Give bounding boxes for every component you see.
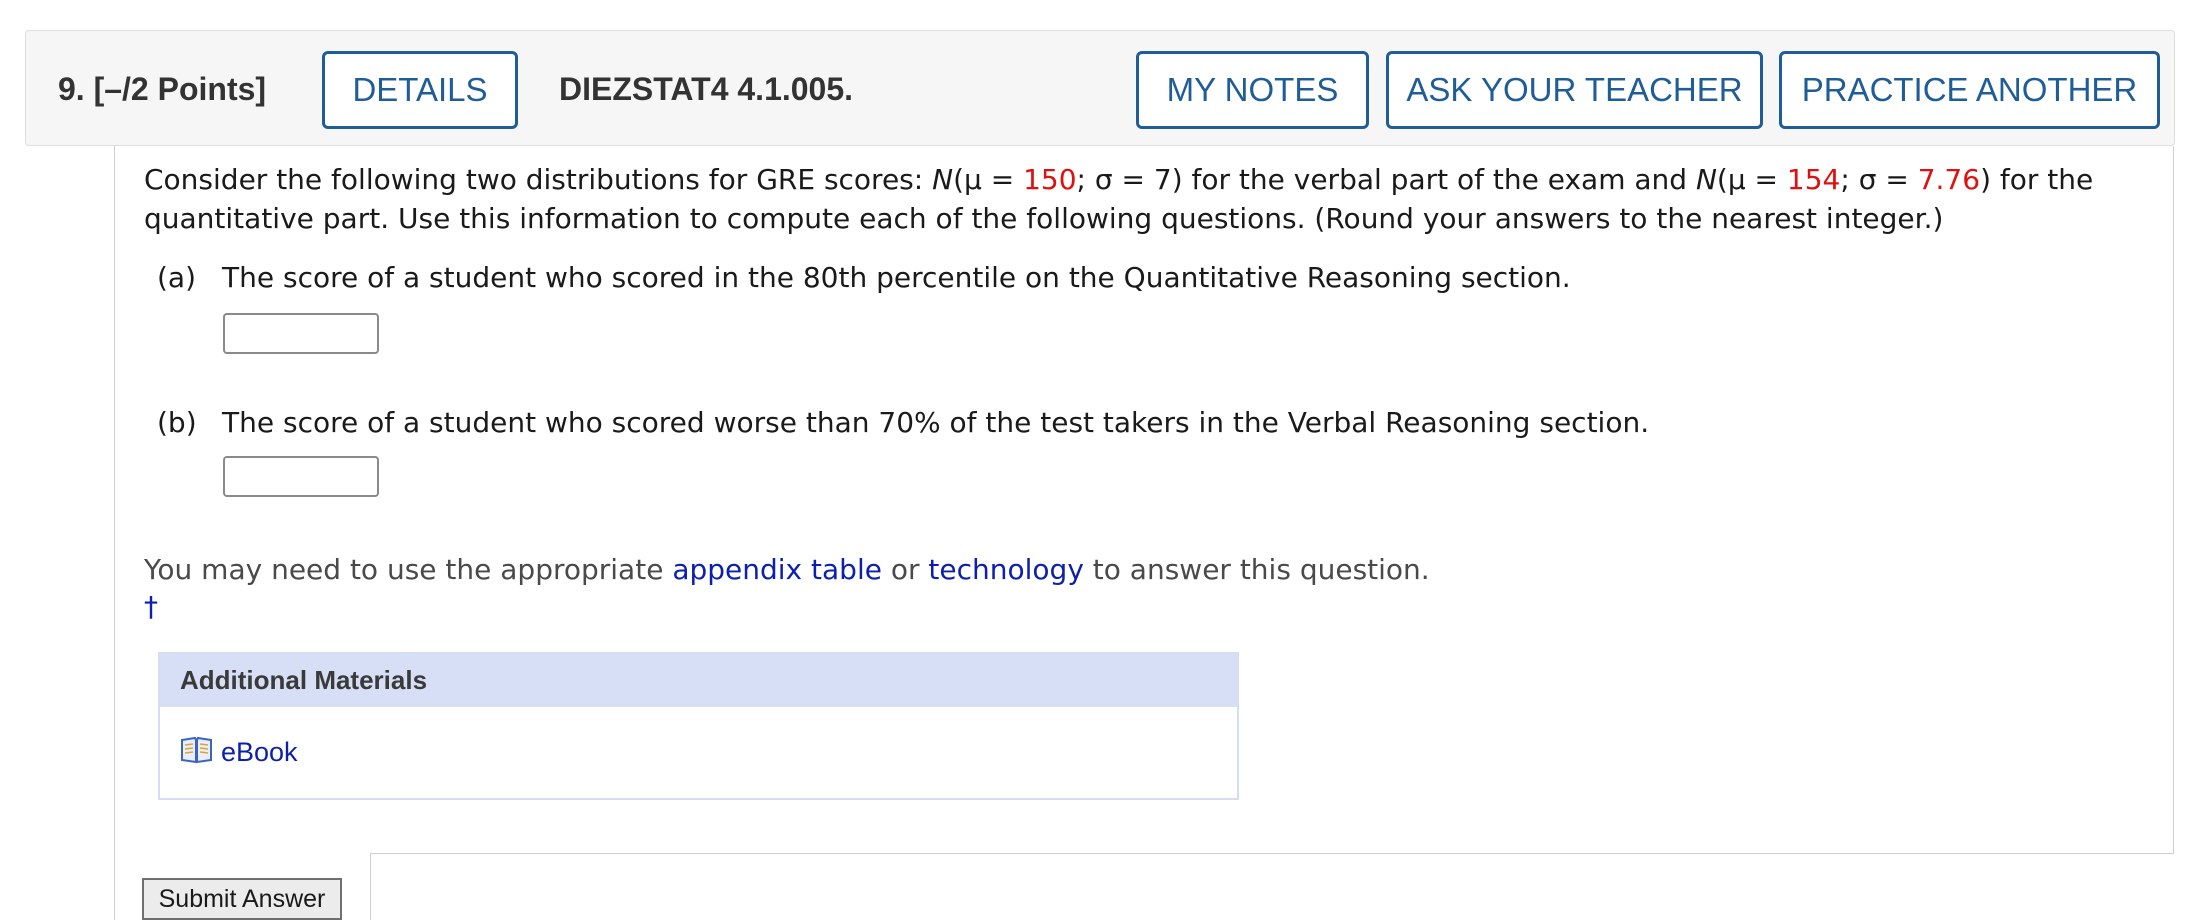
mu-label-2: (μ = <box>1716 163 1787 196</box>
content-frame-corner-border <box>370 853 371 920</box>
ebook-label: eBook <box>221 736 298 767</box>
question-number: 9. [–/2 Points] <box>58 71 267 107</box>
part-b-label: (b) <box>157 406 197 439</box>
book-icon <box>180 736 221 768</box>
normal-symbol: N <box>932 163 954 196</box>
question-intro: Consider the following two distributions… <box>144 160 2134 238</box>
details-button[interactable]: DETAILS <box>322 51 518 129</box>
part-a-answer-input[interactable] <box>223 313 379 354</box>
appendix-table-link[interactable]: appendix table <box>672 553 882 586</box>
verbal-sd-value: 7 <box>1153 163 1172 196</box>
content-frame-left-border <box>114 146 115 920</box>
part-b: (b) The score of a student who scored wor… <box>157 406 1649 439</box>
verbal-mean-value: 150 <box>1023 163 1077 196</box>
content-frame-right-border <box>2173 146 2174 854</box>
hint-text-after: to answer this question. <box>1083 553 1430 586</box>
ebook-link[interactable]: eBook <box>180 736 298 768</box>
part-b-text: The score of a student who scored worse … <box>222 406 1650 439</box>
hint-text-middle: or <box>881 553 929 586</box>
sigma-label: ; σ = <box>1076 163 1154 196</box>
problem-code: DIEZSTAT4 4.1.005. <box>559 71 854 107</box>
practice-another-button[interactable]: PRACTICE ANOTHER <box>1779 51 2160 129</box>
technology-link[interactable]: technology <box>928 553 1083 586</box>
additional-materials-title: Additional Materials <box>160 654 1237 707</box>
intro-text-1: Consider the following two distributions… <box>144 163 933 196</box>
quant-sd-value: 7.76 <box>1917 163 1981 196</box>
part-a-text: The score of a student who scored in the… <box>222 261 1571 294</box>
part-a-label: (a) <box>157 261 197 294</box>
my-notes-button[interactable]: MY NOTES <box>1136 51 1369 129</box>
intro-text-2: ) for the verbal part of the exam and <box>1171 163 1696 196</box>
submit-answer-button[interactable]: Submit Answer <box>142 878 342 920</box>
content-frame-bottom-border <box>370 853 2174 854</box>
mu-label: (μ = <box>953 163 1024 196</box>
normal-symbol-2: N <box>1695 163 1717 196</box>
resource-hint: You may need to use the appropriate appe… <box>144 553 1430 586</box>
additional-materials-panel: Additional Materials eBook <box>158 652 1239 800</box>
hint-text-before: You may need to use the appropriate <box>144 553 673 586</box>
sigma-label-2: ; σ = <box>1840 163 1918 196</box>
part-a: (a) The score of a student who scored in … <box>157 261 1571 294</box>
ask-your-teacher-button[interactable]: ASK YOUR TEACHER <box>1386 51 1763 129</box>
part-b-answer-input[interactable] <box>223 456 379 497</box>
dagger-link[interactable]: † <box>144 590 158 623</box>
quant-mean-value: 154 <box>1786 163 1841 196</box>
question-header: 9. [–/2 Points] DETAILS DIEZSTAT4 4.1.00… <box>25 30 2175 146</box>
